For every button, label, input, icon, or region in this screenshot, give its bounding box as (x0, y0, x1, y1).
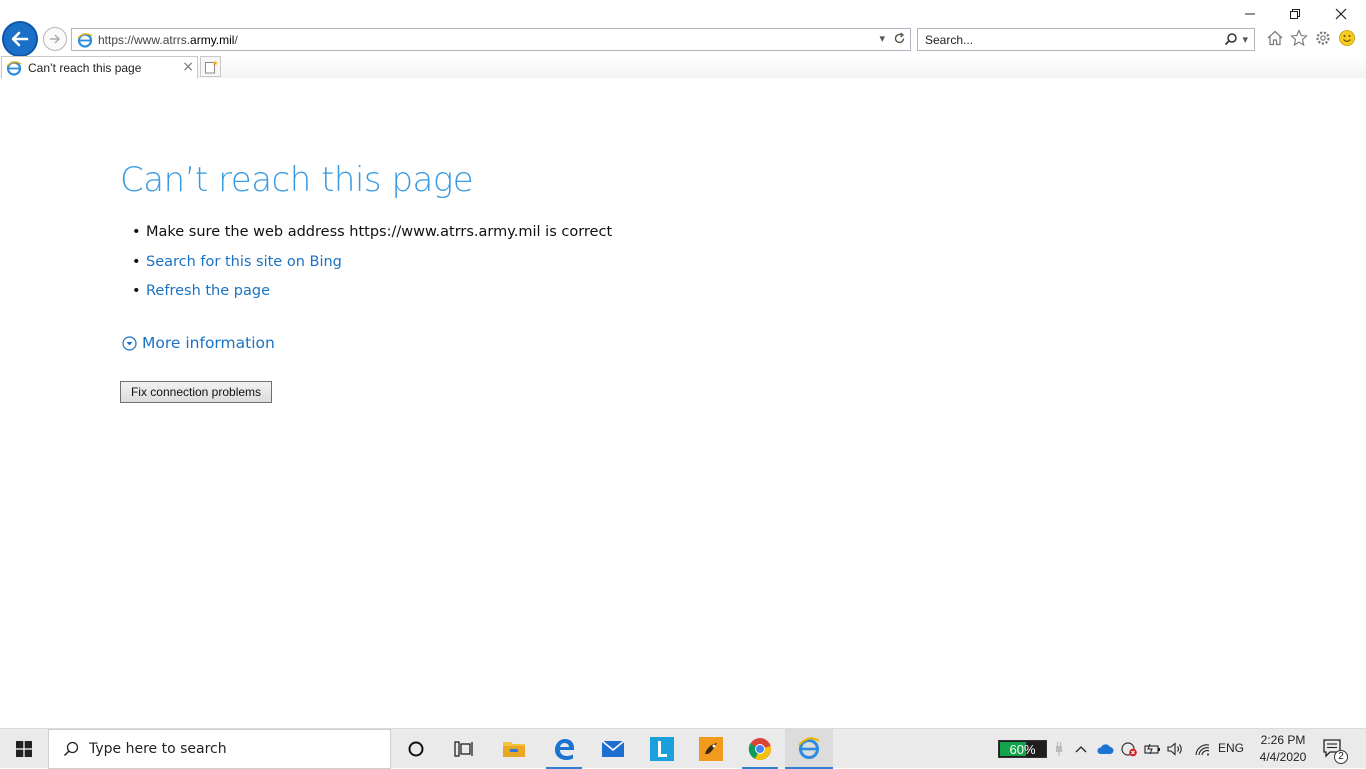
cloud-icon (1097, 744, 1114, 754)
suggestion-list: Make sure the web address https://www.at… (132, 224, 846, 313)
forward-button[interactable] (43, 27, 67, 51)
clock[interactable]: 2:26 PM 4/4/2020 (1252, 732, 1314, 766)
browser-toolbar (1266, 29, 1356, 47)
onedrive-tray[interactable] (1095, 729, 1115, 769)
taskbar: Type here to search 60% ENG 2:26 PM 4/4/… (0, 728, 1366, 769)
more-information-toggle[interactable]: More information (122, 334, 275, 352)
close-tab-icon[interactable]: × (182, 59, 194, 75)
chevron-up-icon (1075, 746, 1087, 753)
search-bing-link[interactable]: Search for this site on Bing (132, 254, 846, 284)
battery-meter[interactable]: 60% (998, 740, 1047, 758)
plug-icon (1056, 742, 1062, 756)
security-tray[interactable] (1119, 729, 1139, 769)
arrow-left-icon (11, 31, 29, 47)
volume-tray[interactable] (1166, 729, 1186, 769)
lexmark-app-button[interactable] (638, 729, 686, 769)
task-view-icon (454, 741, 473, 757)
star-icon[interactable] (1290, 29, 1308, 47)
internet-explorer-button[interactable] (785, 729, 833, 769)
folder-icon (503, 742, 525, 757)
browser-chrome: https://www.atrrs.army.mil/ ▾ Search... … (0, 0, 1366, 78)
tab-title: Can’t reach this page (28, 60, 142, 75)
chevron-down-icon (122, 335, 137, 351)
ie-page-icon (77, 32, 93, 48)
smiley-icon[interactable] (1338, 29, 1356, 47)
edge-icon (555, 739, 574, 760)
more-information-label: More information (142, 334, 275, 352)
battery-tray[interactable] (1143, 729, 1163, 769)
speaker-icon (1167, 742, 1182, 756)
start-button[interactable] (0, 729, 48, 769)
search-dropdown-icon[interactable]: ▾ (1242, 33, 1248, 46)
search-box[interactable]: Search... ▾ (917, 28, 1255, 51)
battery-percent: 60% (1009, 741, 1036, 757)
search-icon[interactable] (1224, 32, 1238, 46)
notification-count-badge: 2 (1334, 750, 1348, 764)
orange-app-icon (699, 737, 723, 761)
chrome-button[interactable] (736, 729, 784, 769)
fix-connection-button[interactable]: Fix connection problems (120, 381, 272, 403)
mail-icon (601, 740, 625, 757)
minimize-icon (1245, 13, 1255, 15)
new-tab-button[interactable] (200, 56, 221, 77)
home-icon[interactable] (1266, 29, 1284, 47)
restore-icon (1290, 9, 1300, 19)
arrow-right-icon (50, 34, 60, 44)
mail-button[interactable] (589, 729, 637, 769)
cortana-button[interactable] (392, 729, 440, 769)
windows-icon (16, 741, 32, 757)
address-dropdown-icon[interactable]: ▾ (879, 32, 885, 45)
shield-alert-icon (1121, 742, 1137, 757)
address-url: https://www.atrrs.army.mil/ (98, 32, 238, 47)
input-language[interactable]: ENG (1218, 741, 1244, 755)
page-title: Can’t reach this page (120, 160, 474, 200)
wifi-icon (1195, 744, 1210, 756)
taskbar-search[interactable]: Type here to search (48, 729, 391, 769)
close-icon (1335, 8, 1347, 20)
show-hidden-icons[interactable] (1072, 729, 1090, 769)
network-tray[interactable] (1192, 729, 1212, 769)
suggestion-check-address: Make sure the web address https://www.at… (132, 224, 846, 254)
edge-button[interactable] (540, 729, 588, 769)
close-window-button[interactable] (1331, 4, 1351, 24)
search-icon (63, 741, 79, 757)
chrome-icon (748, 738, 771, 760)
battery-icon (1144, 743, 1160, 755)
taskbar-search-placeholder: Type here to search (89, 741, 227, 757)
action-center-button[interactable]: 2 (1322, 738, 1348, 764)
power-plug-tray[interactable] (1051, 729, 1067, 769)
error-page: Can’t reach this page Make sure the web … (120, 160, 612, 403)
restore-button[interactable] (1285, 4, 1305, 24)
cortana-icon (408, 741, 424, 757)
orange-app-button[interactable] (687, 729, 735, 769)
gear-icon[interactable] (1314, 29, 1332, 47)
address-bar[interactable]: https://www.atrrs.army.mil/ ▾ (71, 28, 911, 51)
minimize-button[interactable] (1240, 4, 1260, 24)
file-explorer-button[interactable] (490, 729, 538, 769)
letter-l-app-icon (650, 737, 674, 761)
refresh-page-link[interactable]: Refresh the page (132, 283, 846, 313)
task-view-button[interactable] (440, 729, 488, 769)
back-button[interactable] (2, 21, 38, 57)
ie-icon (798, 737, 820, 759)
refresh-icon[interactable] (893, 32, 906, 45)
new-tab-icon (204, 60, 218, 73)
clock-time: 2:26 PM (1260, 733, 1306, 747)
ie-tab-icon (6, 60, 22, 76)
tab-active[interactable]: Can’t reach this page × (1, 56, 198, 78)
search-placeholder: Search... (925, 32, 974, 47)
clock-date: 4/4/2020 (1259, 750, 1307, 764)
